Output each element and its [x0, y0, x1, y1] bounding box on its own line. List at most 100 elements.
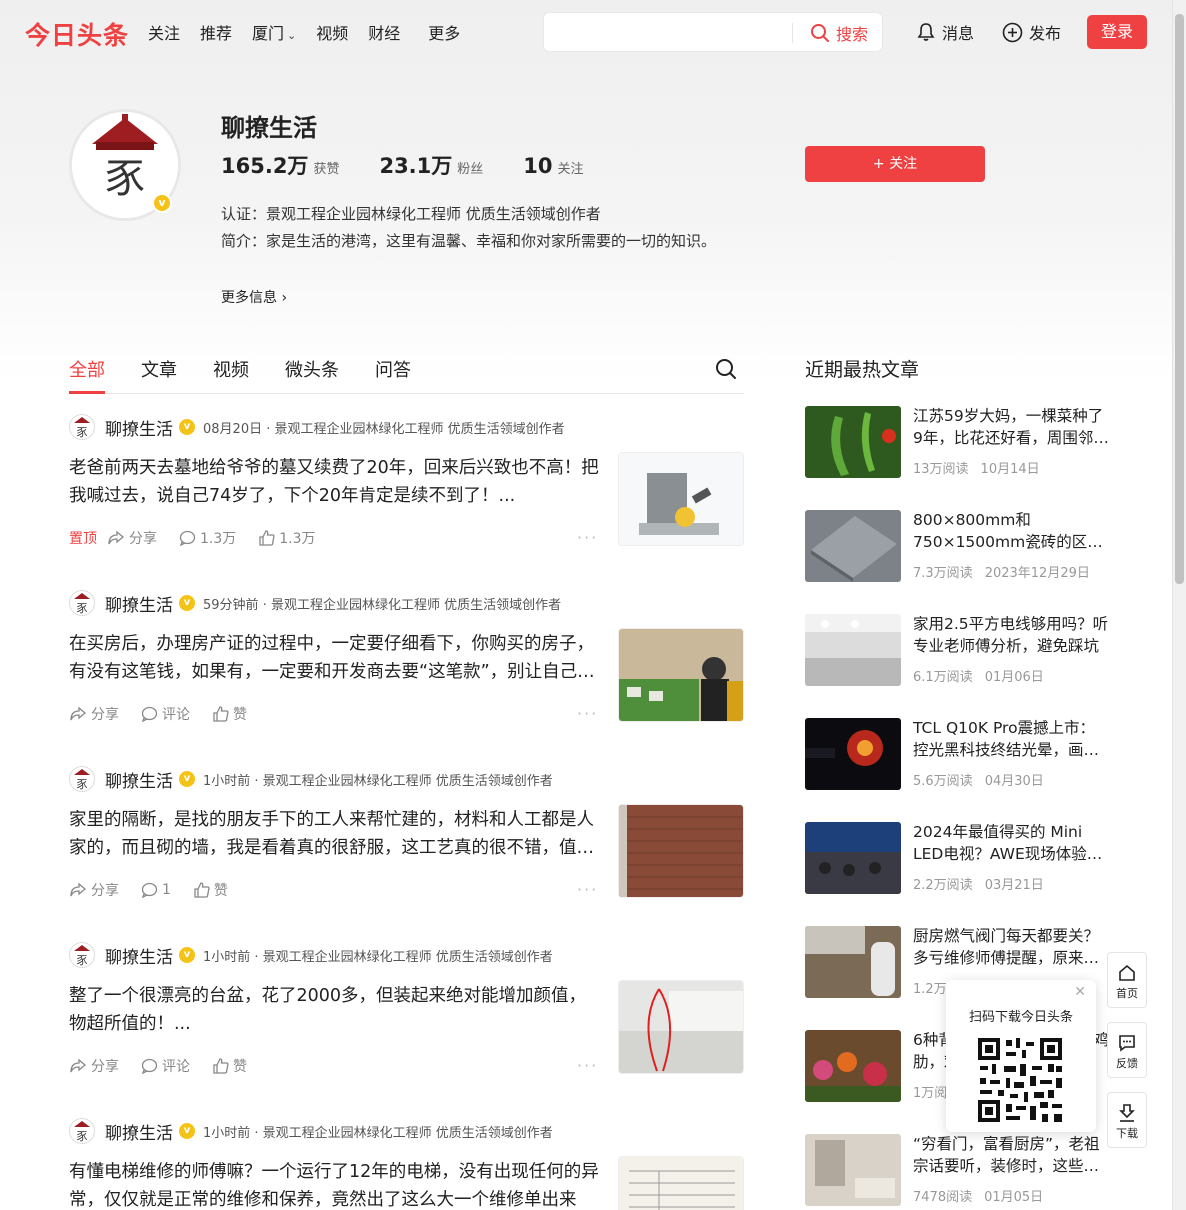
like-button[interactable]: 赞	[212, 704, 247, 724]
post-thumbnail[interactable]	[618, 980, 744, 1074]
author-name[interactable]: 聊撩生活	[105, 767, 173, 792]
tab-all[interactable]: 全部	[69, 356, 105, 382]
post-meta: 59分钟前 · 景观工程企业园林绿化工程师 优质生活领域创作者	[203, 597, 562, 613]
avatar[interactable]: 豕	[69, 766, 95, 792]
feed-item[interactable]: 豕 聊撩生活 v 08月20日 · 景观工程企业园林绿化工程师 优质生活领域创作…	[69, 414, 744, 590]
comment-button[interactable]: 1.3万	[179, 528, 236, 548]
more-info-link[interactable]: 更多信息 ›	[221, 287, 287, 307]
feed-item[interactable]: 豕 聊撩生活 v 59分钟前 · 景观工程企业园林绿化工程师 优质生活领域创作者…	[69, 590, 744, 766]
comment-label: 评论	[162, 707, 190, 723]
more-options-icon[interactable]: ···	[577, 1056, 598, 1075]
search-input[interactable]	[544, 13, 792, 51]
like-button[interactable]: 1.3万	[258, 528, 316, 548]
profile-name: 聊撩生活	[221, 114, 317, 142]
download-float-button[interactable]: 下载	[1107, 1092, 1147, 1148]
author-name[interactable]: 聊撩生活	[105, 1119, 173, 1144]
search-icon[interactable]	[715, 358, 737, 380]
post-text[interactable]: 整了一个很漂亮的台盆，花了2000多，但装起来绝对能增加颜值，物超所值的！...	[69, 982, 599, 1038]
nav-finance[interactable]: 财经	[368, 20, 400, 44]
hot-article-item[interactable]: 800×800mm和750×1500mm瓷砖的区别，看完再选不后悔 7.3万阅读…	[805, 510, 1110, 582]
author-name[interactable]: 聊撩生活	[105, 415, 173, 440]
avatar[interactable]: 豕	[69, 414, 95, 440]
hot-article-title: 800×800mm和750×1500mm瓷砖的区别，看完再选不后悔	[913, 511, 1088, 551]
comment-count: 1	[162, 882, 171, 898]
follow-button[interactable]: + 关注	[805, 146, 985, 182]
post-thumbnail[interactable]	[618, 804, 744, 898]
toutiao-logo[interactable]: 今日头条	[25, 16, 129, 52]
close-icon[interactable]: ✕	[1074, 984, 1086, 1000]
post-meta: 08月20日 · 景观工程企业园林绿化工程师 优质生活领域创作者	[203, 421, 565, 437]
qr-download-popup: ✕ 扫码下载今日头条	[946, 980, 1096, 1132]
download-label: 下载	[1116, 1127, 1138, 1140]
login-button[interactable]: 登录	[1087, 15, 1147, 49]
avatar[interactable]: 豕	[69, 590, 95, 616]
feed-item[interactable]: 豕 聊撩生活 v 1小时前 · 景观工程企业园林绿化工程师 优质生活领域创作者 …	[69, 766, 744, 942]
avatar[interactable]: 豕	[69, 942, 95, 968]
hot-article-item[interactable]: “穷看门，富看厨房”，老祖宗话要听，装修时，这些地方不能省 7478阅读 01月0…	[805, 1134, 1110, 1206]
share-icon	[108, 530, 125, 545]
post-actions: 分享 1 赞	[69, 880, 250, 900]
read-count: 7.3万阅读	[913, 566, 973, 581]
tab-articles[interactable]: 文章	[141, 356, 177, 382]
avatar[interactable]: 豕	[69, 1118, 95, 1144]
share-button[interactable]: 分享	[69, 704, 119, 724]
search-button[interactable]: 搜索	[810, 21, 868, 45]
scrollbar-thumb[interactable]	[1175, 14, 1184, 584]
comment-button[interactable]: 评论	[141, 704, 190, 724]
feed-item[interactable]: 豕 聊撩生活 v 1小时前 · 景观工程企业园林绿化工程师 优质生活领域创作者 …	[69, 942, 744, 1118]
plus-circle-icon	[1002, 22, 1023, 42]
more-options-icon[interactable]: ···	[577, 880, 598, 899]
feedback-float-button[interactable]: 反馈	[1107, 1022, 1147, 1078]
author-name[interactable]: 聊撩生活	[105, 943, 173, 968]
comment-count: 1.3万	[200, 531, 237, 547]
stat-following-label: 关注	[557, 162, 584, 177]
hot-article-item[interactable]: TCL Q10K Pro震撼上市：控光黑科技终结光晕，画质再升级 5.6万阅读 0…	[805, 718, 1110, 790]
post-thumbnail[interactable]	[618, 452, 744, 546]
share-button[interactable]: 分享	[69, 880, 119, 900]
nav-video[interactable]: 视频	[316, 20, 348, 44]
search-box: 搜索	[543, 12, 883, 52]
nav-following[interactable]: 关注	[148, 20, 180, 44]
post-text[interactable]: 有懂电梯维修的师傅嘛？一个运行了12年的电梯，没有出现任何的异常，仅仅就是正常的…	[69, 1158, 599, 1210]
nav-recommended[interactable]: 推荐	[200, 20, 232, 44]
feed-item[interactable]: 豕 聊撩生活 v 1小时前 · 景观工程企业园林绿化工程师 优质生活领域创作者 …	[69, 1118, 744, 1210]
post-text[interactable]: 在买房后，办理房产证的过程中，一定要仔细看下，你购买的房子，有没有这笔钱，如果有…	[69, 630, 599, 686]
messages-button[interactable]: 消息	[916, 20, 974, 44]
nav-city[interactable]: 厦门 ⌄	[252, 20, 296, 44]
tab-qa[interactable]: 问答	[375, 356, 411, 382]
comment-button[interactable]: 评论	[141, 1056, 190, 1076]
like-button[interactable]: 赞	[212, 1056, 247, 1076]
comment-button[interactable]: 1	[141, 882, 171, 898]
stat-likes-label: 获赞	[313, 162, 340, 177]
feed-author: 豕 聊撩生活 v 1小时前 · 景观工程企业园林绿化工程师 优质生活领域创作者	[69, 942, 553, 968]
stat-following[interactable]: 10 关注	[523, 154, 583, 178]
hot-article-item[interactable]: 江苏59岁大妈，一棵菜种了9年，比花还好看，周围邻居都来参观 13万阅读 10月1…	[805, 406, 1110, 478]
home-float-button[interactable]: 首页	[1107, 952, 1147, 1008]
hot-article-item[interactable]: 家用2.5平方电线够用吗？听专业老师傅分析，避免踩坑 6.1万阅读 01月06日	[805, 614, 1110, 686]
post-thumbnail[interactable]	[618, 1156, 744, 1210]
share-button[interactable]: 分享	[107, 528, 157, 548]
post-text[interactable]: 老爸前两天去墓地给爷爷的墓又续费了20年，回来后兴致也不高！把我喊过去，说自己7…	[69, 454, 599, 510]
thumbs-up-icon	[213, 1058, 229, 1074]
publish-button[interactable]: 发布	[1002, 20, 1061, 44]
page-scrollbar[interactable]	[1172, 0, 1186, 1210]
nav-more[interactable]: 更多	[428, 20, 460, 44]
post-thumbnail[interactable]	[618, 628, 744, 722]
like-button[interactable]: 赞	[193, 880, 228, 900]
post-text[interactable]: 家里的隔断，是找的朋友手下的工人来帮忙建的，材料和人工都是人家的，而且砌的墙，我…	[69, 806, 599, 862]
stat-fans[interactable]: 23.1万 粉丝	[379, 150, 483, 180]
read-count: 5.6万阅读	[913, 774, 973, 789]
comment-icon	[141, 706, 158, 722]
publish-date: 10月14日	[980, 462, 1040, 477]
hot-article-thumbnail	[805, 510, 901, 582]
more-options-icon[interactable]: ···	[577, 704, 598, 723]
author-name[interactable]: 聊撩生活	[105, 591, 173, 616]
tab-micro-posts[interactable]: 微头条	[285, 356, 339, 382]
hot-article-item[interactable]: 2024年最值得买的 Mini LED电视？AWE现场体验告诉你答案 2.2万阅…	[805, 822, 1110, 894]
profile-certification: 认证：景观工程企业园林绿化工程师 优质生活领域创作者	[221, 205, 601, 223]
chevron-down-icon: ⌄	[287, 29, 297, 42]
more-options-icon[interactable]: ···	[577, 528, 598, 547]
share-button[interactable]: 分享	[69, 1056, 119, 1076]
publish-label: 发布	[1029, 24, 1062, 43]
tab-videos[interactable]: 视频	[213, 356, 249, 382]
